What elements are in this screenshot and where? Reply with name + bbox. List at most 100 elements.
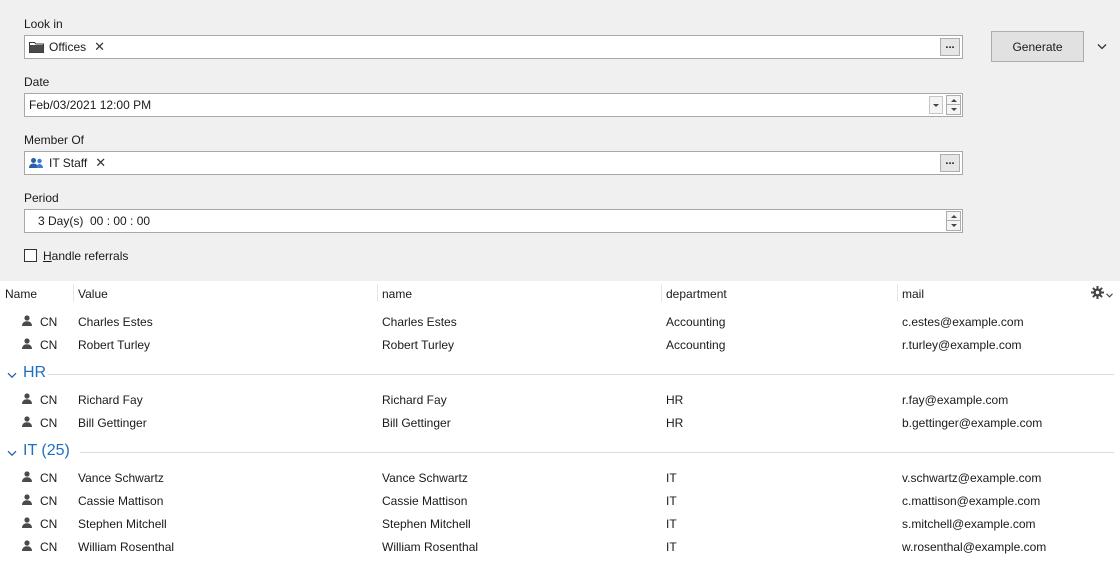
- row-type: CN: [40, 338, 58, 352]
- group-title: IT (25): [23, 442, 70, 459]
- table-row[interactable]: CN Vance Schwartz Vance Schwartz IT v.sc…: [0, 467, 1120, 490]
- cell-value: Stephen Mitchell: [78, 517, 167, 531]
- column-header-mail[interactable]: mail: [902, 287, 924, 301]
- cell-value: Bill Gettinger: [78, 416, 147, 430]
- cell-mail: c.mattison@example.com: [902, 494, 1041, 508]
- column-header-name[interactable]: Name: [5, 287, 37, 301]
- cell-name: Robert Turley: [382, 338, 455, 352]
- cell-department: IT: [666, 494, 677, 508]
- gear-icon: [1091, 286, 1104, 302]
- table-row[interactable]: CN Robert Turley Robert Turley Accountin…: [0, 334, 1120, 357]
- cell-name: Stephen Mitchell: [382, 517, 471, 531]
- cell-mail: w.rosenthal@example.com: [902, 540, 1047, 554]
- period-field[interactable]: 3 Day(s) 00 : 00 : 00: [24, 209, 963, 233]
- row-type: CN: [40, 315, 58, 329]
- group-divider: [80, 452, 1114, 453]
- cell-mail: b.gettinger@example.com: [902, 416, 1043, 430]
- chevron-down-icon: [933, 103, 939, 107]
- user-icon: [22, 338, 32, 352]
- table-row[interactable]: CN William Rosenthal William Rosenthal I…: [0, 536, 1120, 559]
- member-of-tag-label: IT Staff: [49, 156, 88, 170]
- column-header-department[interactable]: department: [666, 287, 727, 301]
- spin-up-icon[interactable]: [947, 96, 960, 105]
- column-header-value[interactable]: Value: [78, 287, 108, 301]
- row-type: CN: [40, 393, 58, 407]
- table-row[interactable]: CN Charles Estes Charles Estes Accountin…: [0, 311, 1120, 334]
- column-header-name-attr[interactable]: name: [382, 287, 412, 301]
- cell-department: Accounting: [666, 315, 726, 329]
- cell-value: Cassie Mattison: [78, 494, 164, 508]
- cell-value: Richard Fay: [78, 393, 143, 407]
- look-in-browse-button[interactable]: ...: [940, 38, 960, 56]
- table-row[interactable]: CN Stephen Mitchell Stephen Mitchell IT …: [0, 513, 1120, 536]
- cell-department: IT: [666, 471, 677, 485]
- cell-name: William Rosenthal: [382, 540, 479, 554]
- user-icon: [22, 471, 32, 485]
- cell-mail: r.fay@example.com: [902, 393, 1009, 407]
- group-icon: [29, 157, 44, 169]
- row-type: CN: [40, 517, 58, 531]
- date-value: Feb/03/2021 12:00 PM: [29, 98, 152, 112]
- generate-options-chevron-icon[interactable]: [1096, 38, 1108, 54]
- period-spinner[interactable]: [946, 211, 961, 231]
- chevron-down-icon[interactable]: [7, 446, 17, 460]
- column-settings-button[interactable]: [1091, 286, 1113, 302]
- user-icon: [22, 393, 32, 407]
- chevron-down-icon[interactable]: [7, 368, 17, 382]
- period-label: Period: [24, 191, 59, 205]
- row-type: CN: [40, 471, 58, 485]
- group-header-it[interactable]: IT (25): [0, 440, 1120, 464]
- date-spinner[interactable]: [946, 95, 961, 115]
- handle-referrals-checkbox[interactable]: [24, 249, 37, 262]
- generate-button[interactable]: Generate: [991, 31, 1084, 62]
- row-type: CN: [40, 540, 58, 554]
- spin-down-icon[interactable]: [947, 105, 960, 114]
- date-picker[interactable]: Feb/03/2021 12:00 PM: [24, 93, 963, 117]
- folder-icon: [29, 41, 44, 53]
- member-of-browse-button[interactable]: ...: [940, 154, 960, 172]
- look-in-tag: Offices ✕: [29, 39, 105, 55]
- user-icon: [22, 315, 32, 329]
- user-icon: [22, 416, 32, 430]
- row-type: CN: [40, 416, 58, 430]
- cell-mail: c.estes@example.com: [902, 315, 1024, 329]
- cell-department: HR: [666, 416, 684, 430]
- look-in-tag-label: Offices: [49, 40, 87, 54]
- spin-down-icon[interactable]: [947, 221, 960, 230]
- spin-up-icon[interactable]: [947, 212, 960, 221]
- row-type: CN: [40, 494, 58, 508]
- remove-it-staff-tag-button[interactable]: ✕: [95, 155, 106, 171]
- search-form: Look in Offices ✕ ... Date Feb/03/2021 1…: [0, 0, 1120, 281]
- table-row[interactable]: CN Bill Gettinger Bill Gettinger HR b.ge…: [0, 412, 1120, 435]
- handle-referrals-label[interactable]: Handle referrals: [43, 249, 128, 263]
- date-label: Date: [24, 75, 50, 89]
- period-value: 3 Day(s) 00 : 00 : 00: [38, 214, 151, 228]
- cell-value: Vance Schwartz: [78, 471, 164, 485]
- member-of-tag: IT Staff ✕: [29, 155, 106, 171]
- user-icon: [22, 517, 32, 531]
- remove-offices-tag-button[interactable]: ✕: [94, 39, 105, 55]
- cell-name: Cassie Mattison: [382, 494, 468, 508]
- cell-name: Richard Fay: [382, 393, 447, 407]
- cell-mail: r.turley@example.com: [902, 338, 1022, 352]
- cell-mail: s.mitchell@example.com: [902, 517, 1036, 531]
- user-icon: [22, 494, 32, 508]
- table-row[interactable]: CN Richard Fay Richard Fay HR r.fay@exam…: [0, 389, 1120, 412]
- cell-department: IT: [666, 540, 677, 554]
- cell-name: Charles Estes: [382, 315, 457, 329]
- table-row[interactable]: CN Cassie Mattison Cassie Mattison IT c.…: [0, 490, 1120, 513]
- member-of-label: Member Of: [24, 133, 85, 147]
- member-of-field[interactable]: IT Staff ✕ ...: [24, 151, 963, 175]
- look-in-label: Look in: [24, 17, 63, 31]
- cell-value: William Rosenthal: [78, 540, 175, 554]
- cell-department: HR: [666, 393, 684, 407]
- cell-mail: v.schwartz@example.com: [902, 471, 1042, 485]
- look-in-field[interactable]: Offices ✕ ...: [24, 35, 963, 59]
- cell-department: Accounting: [666, 338, 726, 352]
- cell-name: Bill Gettinger: [382, 416, 451, 430]
- grid-header: Name Value name department mail: [0, 281, 1120, 305]
- user-icon: [22, 540, 32, 554]
- cell-name: Vance Schwartz: [382, 471, 468, 485]
- group-header-hr[interactable]: HR: [0, 362, 1120, 386]
- date-dropdown-button[interactable]: [929, 96, 943, 114]
